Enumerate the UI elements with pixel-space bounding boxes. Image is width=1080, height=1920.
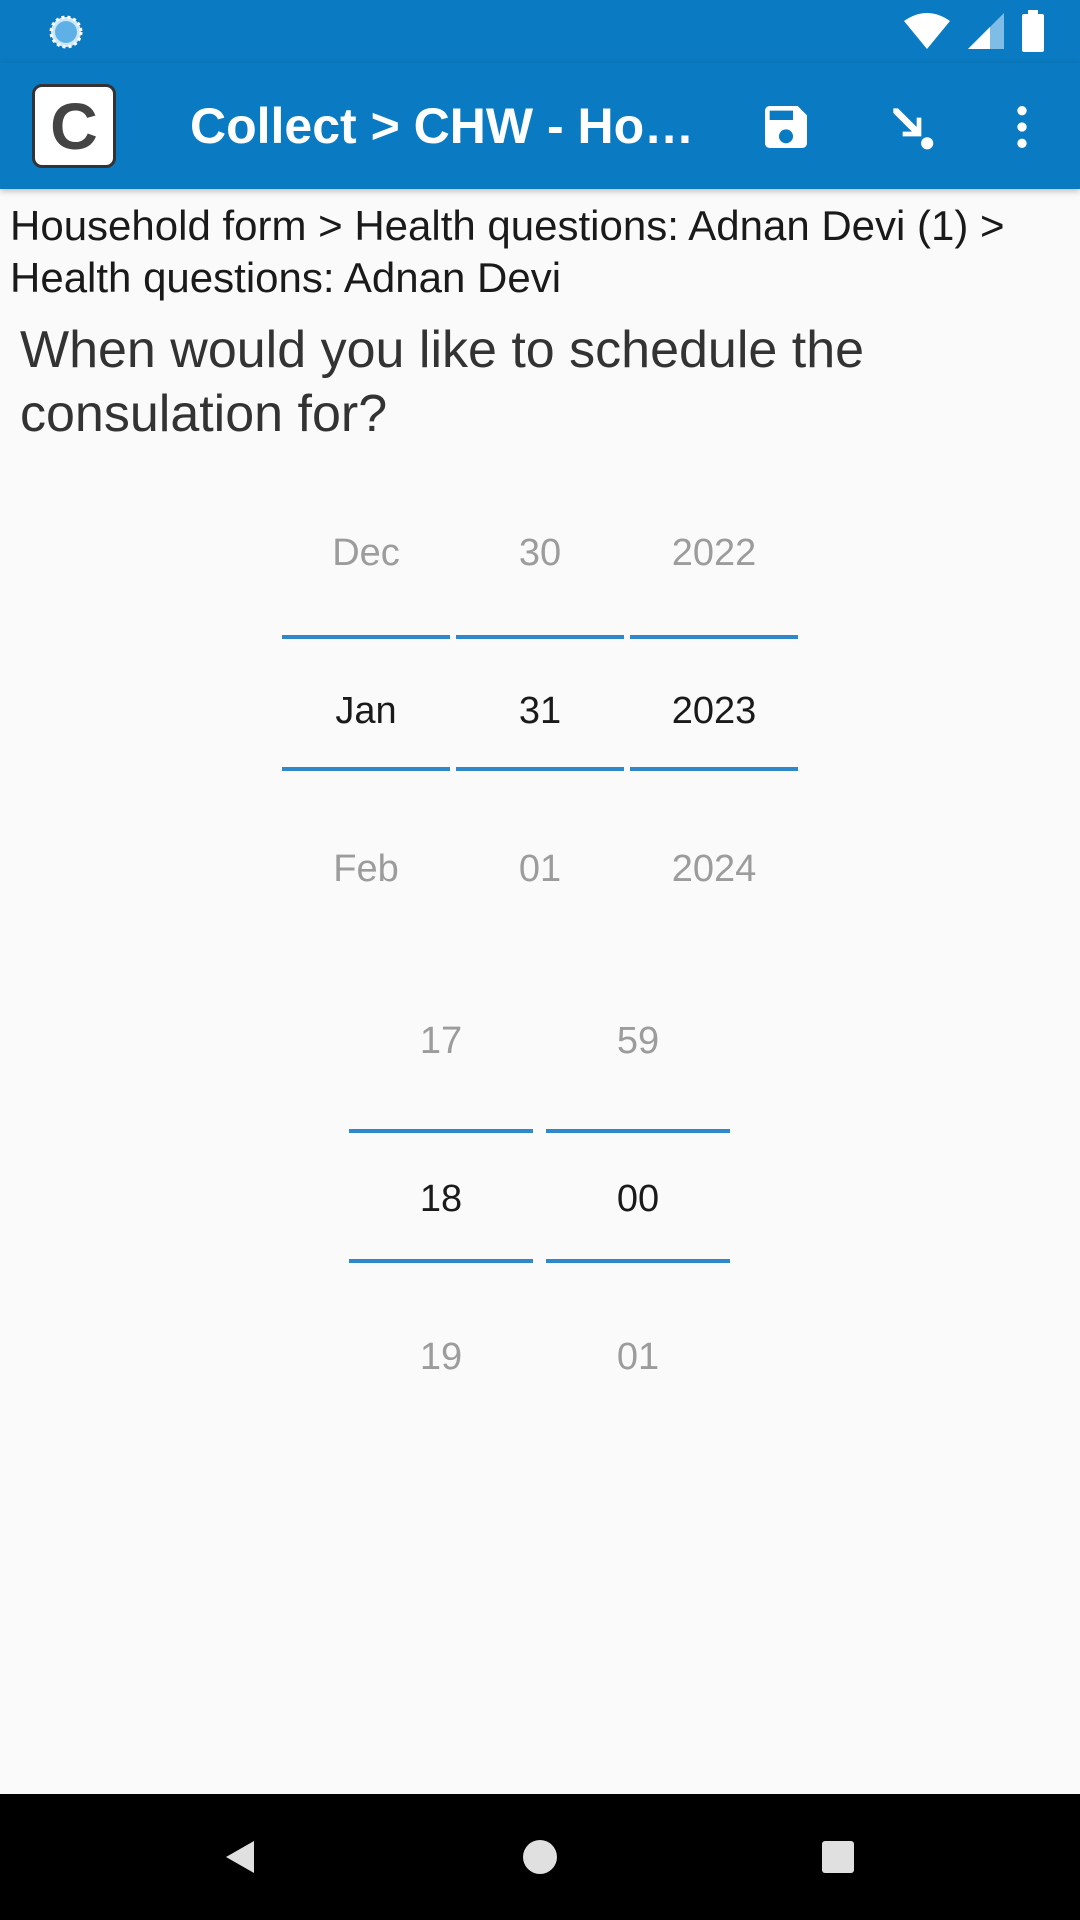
picker-divider [546,1129,730,1133]
battery-icon [1022,10,1044,52]
month-prev[interactable]: Dec [282,528,450,578]
month-current[interactable]: Jan [282,686,450,736]
recents-button[interactable] [803,1822,873,1892]
year-next[interactable]: 2024 [630,844,798,894]
question-label: When would you like to schedule the cons… [20,321,865,443]
picker-divider [546,1259,730,1263]
app-bar: C Collect > CHW - Ho… [0,63,1080,189]
hour-picker[interactable]: 17 18 19 [349,1016,533,1386]
navigation-bar [0,1794,1080,1920]
cellular-signal-icon [968,13,1004,49]
minute-prev[interactable]: 59 [546,1016,730,1066]
back-icon [226,1841,254,1873]
sync-icon [49,15,83,49]
home-icon [523,1840,557,1874]
save-icon [765,106,807,148]
year-picker[interactable]: 2022 2023 2024 [630,520,798,890]
minute-current[interactable]: 00 [546,1174,730,1224]
picker-divider [630,767,798,771]
wifi-icon [904,13,950,49]
picker-divider [282,767,450,771]
minute-picker[interactable]: 59 00 01 [546,1016,730,1386]
month-next[interactable]: Feb [282,844,450,894]
hour-next[interactable]: 19 [349,1332,533,1382]
app-title: Collect > CHW - Ho… [190,98,695,154]
day-picker[interactable]: 30 31 01 [456,520,624,890]
year-prev[interactable]: 2022 [630,528,798,578]
back-button[interactable] [205,1822,275,1892]
hour-prev[interactable]: 17 [349,1016,533,1066]
status-bar [0,0,1080,63]
breadcrumb: Household form > Health questions: Adnan… [10,202,1005,301]
picker-divider [630,635,798,639]
more-vert-icon [1017,106,1027,148]
picker-divider [282,635,450,639]
picker-divider [349,1259,533,1263]
day-next[interactable]: 01 [456,844,624,894]
picker-divider [456,767,624,771]
app-logo: C [32,84,116,168]
home-button[interactable] [505,1822,575,1892]
more-options-button[interactable] [982,87,1062,167]
year-current[interactable]: 2023 [630,686,798,736]
picker-divider [456,635,624,639]
jump-button[interactable] [872,87,952,167]
jump-icon [893,108,934,150]
day-current[interactable]: 31 [456,686,624,736]
month-picker[interactable]: Dec Jan Feb [282,520,450,890]
picker-divider [349,1129,533,1133]
save-button[interactable] [746,87,826,167]
day-prev[interactable]: 30 [456,528,624,578]
status-icons [902,10,1046,52]
recents-icon [822,1841,854,1873]
hour-current[interactable]: 18 [349,1174,533,1224]
minute-next[interactable]: 01 [546,1332,730,1382]
